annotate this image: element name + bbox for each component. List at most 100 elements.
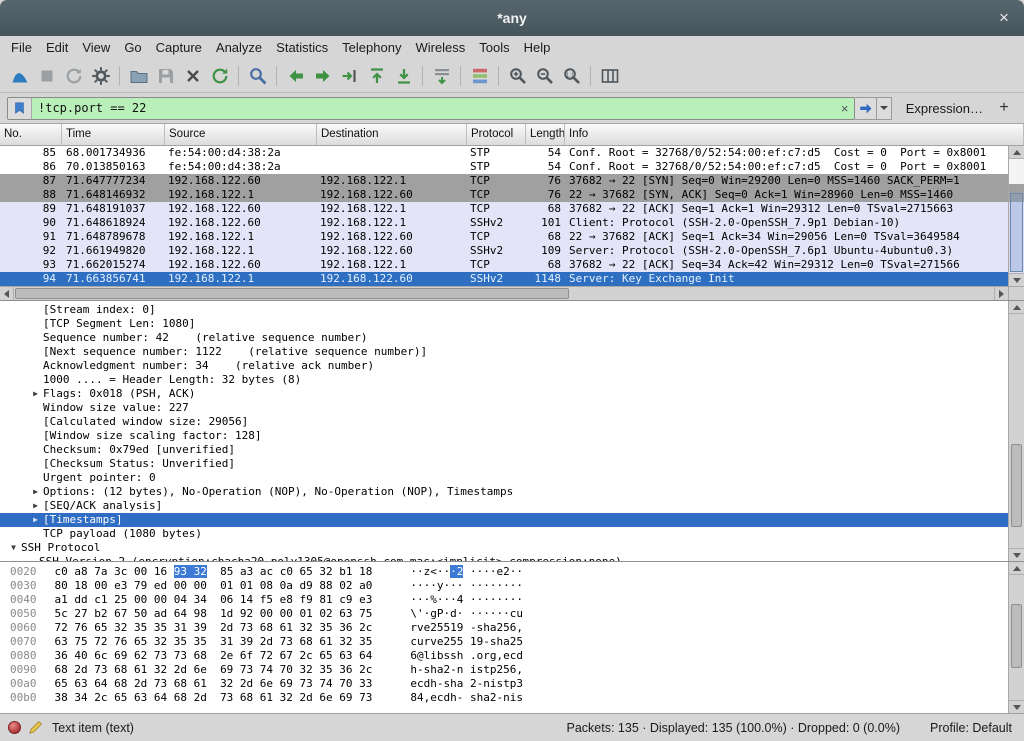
packet-row[interactable]: 8971.648191037192.168.122.60192.168.122.… [0,202,1024,216]
menu-capture[interactable]: Capture [149,38,209,57]
reload-button[interactable] [206,62,233,89]
hex-line[interactable]: 003080 18 00 e3 79 ed 00 00 01 01 08 0a … [0,579,1024,593]
packet-row[interactable]: 9171.648789678192.168.122.1192.168.122.6… [0,230,1024,244]
column-header-destination[interactable]: Destination [317,124,467,145]
packet-list-hscrollbar[interactable] [0,286,1008,300]
expander-icon[interactable]: ▶ [28,485,43,499]
stop-capture-button[interactable] [33,62,60,89]
detail-line[interactable]: 1000 .... = Header Length: 32 bytes (8) [0,373,1024,387]
detail-line[interactable]: Checksum: 0x79ed [unverified] [0,443,1024,457]
menu-tools[interactable]: Tools [472,38,516,57]
scrollbar-thumb[interactable] [1011,444,1022,527]
menu-statistics[interactable]: Statistics [269,38,335,57]
column-header-length[interactable]: Length [526,124,565,145]
menu-telephony[interactable]: Telephony [335,38,408,57]
detail-line[interactable]: Window size value: 227 [0,401,1024,415]
packet-row[interactable]: 9371.662015274192.168.122.60192.168.122.… [0,258,1024,272]
go-last-button[interactable] [390,62,417,89]
detail-line[interactable]: [Next sequence number: 1122 (relative se… [0,345,1024,359]
detail-line[interactable]: Urgent pointer: 0 [0,471,1024,485]
menu-analyze[interactable]: Analyze [209,38,269,57]
hex-line[interactable]: 00a065 63 64 68 2d 73 68 61 32 2d 6e 69 … [0,677,1024,691]
packet-row[interactable]: 8670.013850163fe:54:00:d4:38:2aSTP54Conf… [0,160,1024,174]
detail-line[interactable]: [TCP Segment Len: 1080] [0,317,1024,331]
hex-scrollbar[interactable] [1008,562,1024,713]
hscrollbar-thumb[interactable] [15,288,569,299]
detail-line[interactable]: [Window size scaling factor: 128] [0,429,1024,443]
menu-edit[interactable]: Edit [39,38,75,57]
detail-line-ssh-protocol[interactable]: ▼SSH Protocol [0,541,1024,555]
filter-input[interactable] [32,98,836,119]
find-packet-button[interactable] [244,62,271,89]
hex-line[interactable]: 007063 75 72 76 65 32 35 35 31 39 2d 73 … [0,635,1024,649]
scroll-up-arrow[interactable] [1009,146,1024,159]
open-file-button[interactable] [125,62,152,89]
menu-file[interactable]: File [4,38,39,57]
expander-icon[interactable]: ▶ [28,513,43,527]
scroll-left-arrow[interactable] [0,287,14,300]
capture-options-button[interactable] [87,62,114,89]
detail-line[interactable]: [Calculated window size: 29056] [0,415,1024,429]
detail-line-flags[interactable]: ▶Flags: 0x018 (PSH, ACK) [0,387,1024,401]
column-header-protocol[interactable]: Protocol [467,124,526,145]
expression-button[interactable]: Expression… [892,101,993,116]
detail-line[interactable]: Acknowledgment number: 34 (relative ack … [0,359,1024,373]
menu-view[interactable]: View [75,38,117,57]
column-header-no[interactable]: No. [0,124,62,145]
packet-row-selected[interactable]: 9471.663856741192.168.122.1192.168.122.6… [0,272,1024,286]
hex-line[interactable]: 0020c0 a8 7a 3c 00 16 93 32 85 a3 ac c0 … [0,565,1024,579]
hex-line[interactable]: 0040a1 dd c1 25 00 00 04 34 06 14 f5 e8 … [0,593,1024,607]
packet-row[interactable]: 8568.001734936fe:54:00:d4:38:2aSTP54Conf… [0,146,1024,160]
scroll-up-arrow[interactable] [1009,562,1024,575]
column-header-info[interactable]: Info [565,124,1024,145]
packet-row[interactable]: 8771.647777234192.168.122.60192.168.122.… [0,174,1024,188]
scroll-down-arrow[interactable] [1009,548,1024,561]
packet-row[interactable]: 9071.648618924192.168.122.60192.168.122.… [0,216,1024,230]
save-file-button[interactable] [152,62,179,89]
resize-columns-button[interactable] [596,62,623,89]
filter-dropdown-button[interactable] [877,97,892,120]
detail-line[interactable]: [Stream index: 0] [0,303,1024,317]
close-button[interactable]: × [993,7,1015,29]
menu-wireless[interactable]: Wireless [408,38,472,57]
close-file-button[interactable] [179,62,206,89]
scroll-up-arrow[interactable] [1009,301,1024,314]
scroll-right-arrow[interactable] [994,287,1008,300]
scroll-down-arrow[interactable] [1009,273,1024,286]
expander-icon[interactable]: ▶ [28,499,43,513]
packet-list-scrollbar[interactable] [1008,146,1024,286]
detail-line[interactable]: TCP payload (1080 bytes) [0,527,1024,541]
hex-line[interactable]: 009068 2d 73 68 61 32 2d 6e 69 73 74 70 … [0,663,1024,677]
go-to-packet-button[interactable] [336,62,363,89]
detail-line-seq-ack[interactable]: ▶[SEQ/ACK analysis] [0,499,1024,513]
menu-go[interactable]: Go [117,38,148,57]
scroll-down-arrow[interactable] [1009,700,1024,713]
packet-row[interactable]: 9271.661949820192.168.122.1192.168.122.6… [0,244,1024,258]
add-filter-button[interactable]: + [993,97,1015,119]
restart-capture-button[interactable] [60,62,87,89]
annotation-button[interactable] [28,720,43,735]
expert-info-button[interactable] [8,721,21,734]
packet-row[interactable]: 8871.648146932192.168.122.1192.168.122.6… [0,188,1024,202]
filter-bookmark-button[interactable] [8,98,32,119]
detail-line[interactable]: Sequence number: 42 (relative sequence n… [0,331,1024,345]
profile-label[interactable]: Profile: Default [930,721,1012,735]
hex-line[interactable]: 00b038 34 2c 65 63 64 68 2d 73 68 61 32 … [0,691,1024,705]
detail-line[interactable]: [Checksum Status: Unverified] [0,457,1024,471]
hex-line[interactable]: 006072 76 65 32 35 35 31 39 2d 73 68 61 … [0,621,1024,635]
details-scrollbar[interactable] [1008,301,1024,561]
go-back-button[interactable] [282,62,309,89]
hex-line[interactable]: 008036 40 6c 69 62 73 73 68 2e 6f 72 67 … [0,649,1024,663]
auto-scroll-button[interactable] [428,62,455,89]
expander-icon[interactable]: ▶ [28,387,43,401]
hex-line[interactable]: 00505c 27 b2 67 50 ad 64 98 1d 92 00 00 … [0,607,1024,621]
filter-clear-button[interactable]: × [836,98,854,119]
detail-line-timestamps-selected[interactable]: ▶[Timestamps] [0,513,1024,527]
colorize-button[interactable] [466,62,493,89]
go-first-button[interactable] [363,62,390,89]
start-capture-button[interactable] [6,62,33,89]
go-forward-button[interactable] [309,62,336,89]
detail-line-options[interactable]: ▶Options: (12 bytes), No-Operation (NOP)… [0,485,1024,499]
column-header-source[interactable]: Source [165,124,317,145]
column-header-time[interactable]: Time [62,124,165,145]
